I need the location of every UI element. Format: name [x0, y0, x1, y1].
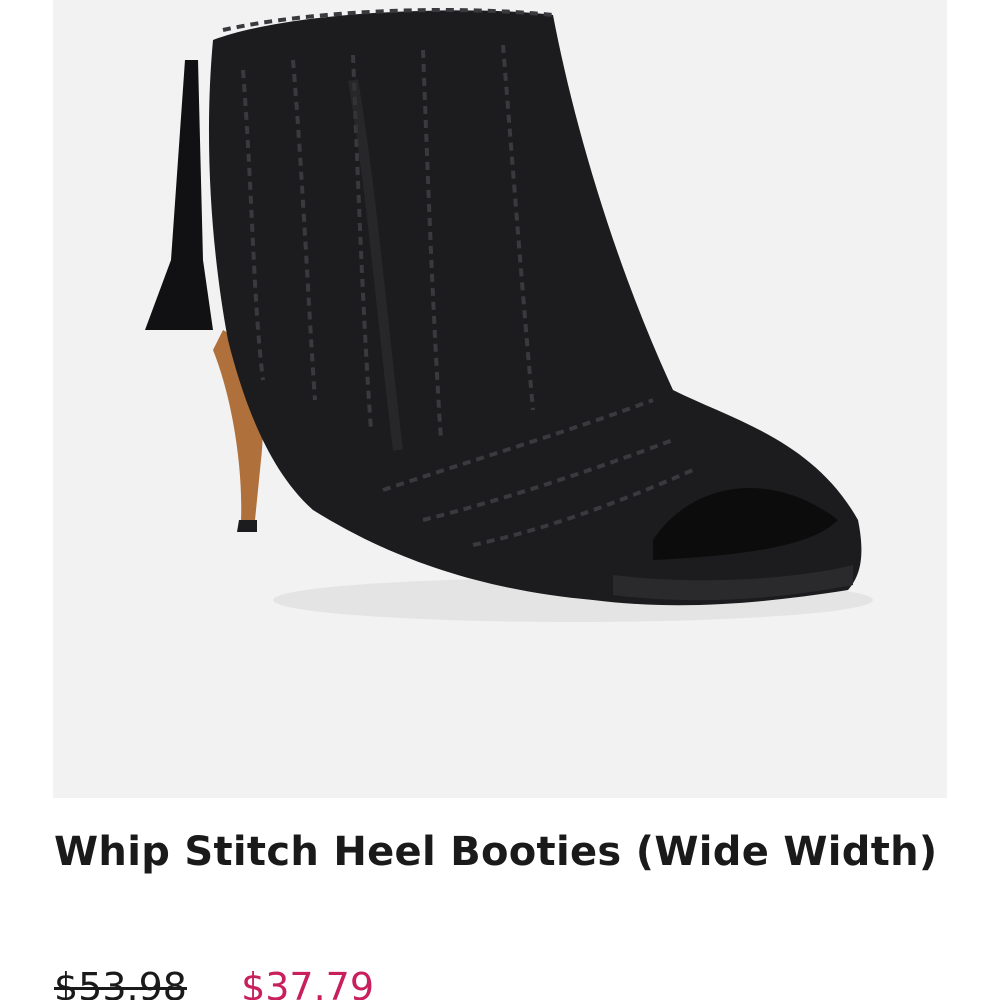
chevron-right-icon[interactable]: [945, 169, 947, 215]
tassel: [145, 60, 213, 330]
original-price: $53.98: [54, 965, 187, 1000]
product-page: Whip Stitch Heel Booties (Wide Width) $5…: [0, 0, 1000, 1000]
product-title[interactable]: Whip Stitch Heel Booties (Wide Width): [54, 825, 954, 879]
next-image-button[interactable]: [931, 160, 947, 224]
heel-tip: [237, 520, 257, 532]
sale-price: $37.79: [241, 965, 375, 1000]
price-row: $53.98 $37.79: [54, 960, 374, 1000]
product-image[interactable]: [53, 0, 947, 798]
product-image-gallery[interactable]: [53, 0, 947, 798]
